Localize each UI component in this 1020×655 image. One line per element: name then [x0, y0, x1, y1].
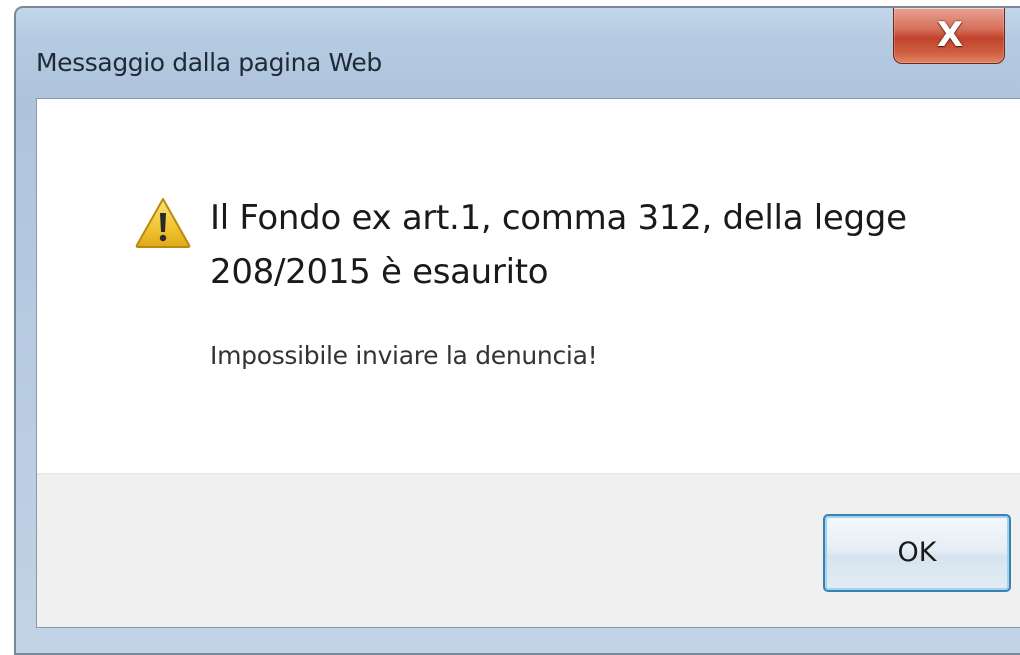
- close-icon: X: [936, 15, 964, 55]
- main-message: Il Fondo ex art.1, comma 312, della legg…: [210, 198, 907, 292]
- close-button[interactable]: X: [893, 8, 1005, 64]
- title-bar[interactable]: Messaggio dalla pagina Web X: [16, 8, 1020, 98]
- ok-button[interactable]: OK: [823, 514, 1011, 592]
- sub-message: Impossibile inviare la denuncia!: [210, 341, 598, 370]
- window-title: Messaggio dalla pagina Web: [36, 48, 382, 77]
- dialog-window: Messaggio dalla pagina Web X Il Fondo ex…: [14, 6, 1020, 655]
- warning-icon: [135, 198, 191, 248]
- ok-button-label: OK: [897, 537, 937, 568]
- dialog-content: Il Fondo ex art.1, comma 312, della legg…: [36, 98, 1020, 628]
- button-bar: OK: [37, 473, 1020, 627]
- message-area: Il Fondo ex art.1, comma 312, della legg…: [37, 99, 1020, 473]
